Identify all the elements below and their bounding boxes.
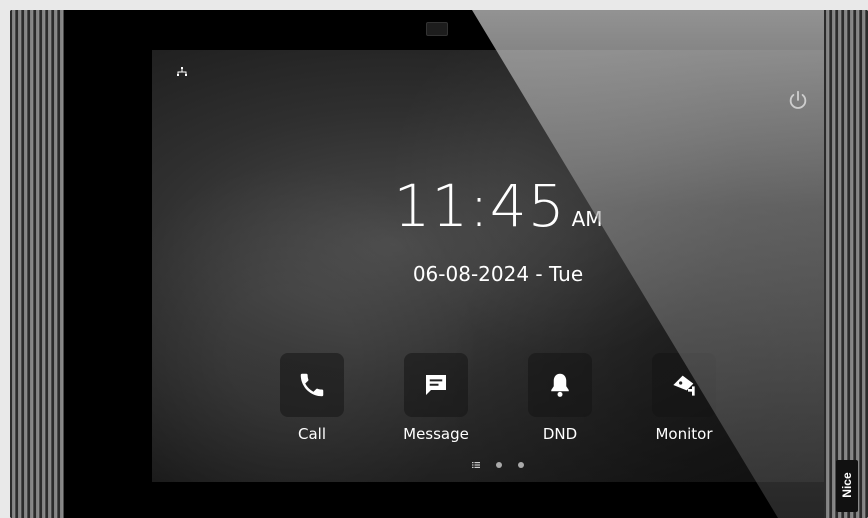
clock-ampm: AM: [571, 207, 603, 231]
menu-list-icon[interactable]: [472, 462, 480, 468]
dnd-button[interactable]: DND: [505, 353, 615, 443]
message-tile-box[interactable]: [404, 353, 468, 417]
power-icon: [789, 90, 807, 109]
brand-badge: Nice: [836, 460, 858, 512]
power-button[interactable]: [786, 88, 810, 112]
app-tiles: Call Message DND Monitor: [152, 353, 844, 453]
monitor-label: Monitor: [655, 425, 713, 443]
bell-icon: [551, 373, 569, 397]
message-button[interactable]: Message: [381, 353, 491, 443]
date-display: 06-08-2024 - Tue: [412, 262, 584, 286]
phone-icon: [300, 373, 324, 397]
call-label: Call: [297, 425, 326, 443]
dnd-tile-box[interactable]: [528, 353, 592, 417]
message-icon: [426, 375, 446, 395]
monitor-button[interactable]: Monitor: [629, 353, 739, 443]
left-speaker-grille: [10, 10, 64, 518]
intercom-device: 11:45 AM 06-08-2024 - Tue Call Message D…: [10, 10, 868, 518]
clock: 11:45 AM: [152, 172, 844, 240]
screen-bezel: 11:45 AM 06-08-2024 - Tue Call Message D…: [64, 10, 844, 518]
call-button[interactable]: Call: [257, 353, 367, 443]
message-label: Message: [403, 425, 469, 443]
camera-lens: [426, 22, 448, 36]
home-screen: 11:45 AM 06-08-2024 - Tue Call Message D…: [152, 50, 844, 482]
dnd-label: DND: [542, 425, 578, 443]
page-dot[interactable]: [518, 462, 524, 468]
right-speaker-grille: [824, 10, 868, 518]
monitor-tile-box[interactable]: [652, 353, 716, 417]
network-icon: [177, 67, 187, 76]
brand-logo: Nice: [840, 472, 854, 498]
camera-icon: [673, 375, 695, 396]
clock-time: 11:45: [393, 172, 566, 240]
call-tile-box[interactable]: [280, 353, 344, 417]
page-dot[interactable]: [496, 462, 502, 468]
page-indicator: [152, 460, 844, 470]
